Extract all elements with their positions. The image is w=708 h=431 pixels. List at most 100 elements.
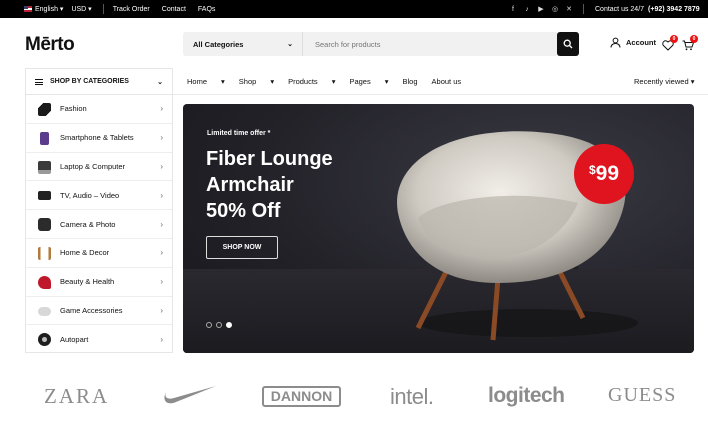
search-input[interactable] bbox=[307, 32, 551, 56]
recently-viewed-dropdown[interactable]: Recently viewed ▾ bbox=[634, 68, 694, 94]
chevron-right-icon: › bbox=[160, 277, 163, 287]
category-item-smartphones[interactable]: Smartphone & Tablets › bbox=[26, 124, 172, 153]
category-label: Home & Decor bbox=[60, 248, 110, 258]
hero-banner[interactable]: Limited time offer * Fiber Lounge Armcha… bbox=[183, 104, 694, 353]
divider bbox=[102, 4, 104, 14]
nav-item-home[interactable]: Home ▾ bbox=[187, 77, 225, 86]
search-icon bbox=[563, 39, 573, 49]
category-label: TV, Audio – Video bbox=[60, 190, 120, 200]
category-item-autopart[interactable]: Autopart › bbox=[26, 325, 172, 354]
search-category-select[interactable]: All Categories ⌄ bbox=[183, 32, 303, 56]
shop-now-button[interactable]: SHOP NOW bbox=[206, 236, 278, 259]
chevron-right-icon: › bbox=[160, 305, 163, 315]
chevron-down-icon: ⌄ bbox=[287, 41, 293, 48]
price-symbol: $ bbox=[588, 163, 596, 177]
category-label: Beauty & Health bbox=[60, 277, 115, 287]
nav-label: Shop bbox=[238, 76, 257, 86]
hero-tag: Limited time offer * bbox=[207, 130, 271, 137]
main-nav: Home ▾ Shop ▾ Products ▾ Pages ▾ Blog About … bbox=[187, 68, 475, 94]
nav-item-pages[interactable]: Pages ▾ bbox=[349, 77, 388, 86]
chevron-right-icon: › bbox=[160, 335, 163, 345]
x-icon[interactable]: ✕ bbox=[562, 5, 576, 13]
category-item-beauty[interactable]: Beauty & Health › bbox=[26, 268, 172, 297]
cart-button[interactable]: 0 bbox=[682, 35, 698, 52]
site-logo[interactable]: Mērto bbox=[25, 34, 75, 56]
nav-label: Home bbox=[187, 76, 208, 86]
tshirt-icon bbox=[38, 103, 51, 116]
search-category-label: All Categories bbox=[193, 39, 244, 49]
slide-dot-active[interactable] bbox=[226, 322, 232, 328]
wishlist-count-badge: 0 bbox=[670, 35, 678, 43]
hero-title-line: Fiber Lounge bbox=[206, 148, 333, 170]
track-order-link[interactable]: Track Order bbox=[113, 6, 150, 13]
hero-title: Fiber Lounge Armchair 50% Off bbox=[206, 146, 333, 224]
brand-zara[interactable]: ZARA bbox=[44, 384, 109, 409]
account-link[interactable]: Account bbox=[610, 37, 656, 48]
laptop-icon bbox=[38, 160, 51, 174]
gamepad-icon bbox=[38, 306, 51, 316]
slide-dot[interactable] bbox=[216, 322, 222, 328]
hero-title-line: 50% Off bbox=[206, 200, 281, 222]
category-item-game-accessories[interactable]: Game Accessories › bbox=[26, 297, 172, 326]
category-item-fashion[interactable]: Fashion › bbox=[26, 95, 172, 124]
faqs-link[interactable]: FAQs bbox=[198, 6, 216, 13]
shop-by-categories-toggle[interactable]: SHOP BY CATEGORIES ⌄ bbox=[25, 68, 173, 94]
chair-icon bbox=[38, 246, 51, 260]
beauty-icon bbox=[38, 275, 51, 289]
search-button[interactable] bbox=[557, 32, 579, 56]
brand-logitech[interactable]: logitech bbox=[488, 384, 565, 408]
brand-guess[interactable]: GUESS bbox=[608, 384, 676, 407]
menu-icon bbox=[35, 78, 43, 85]
language-select[interactable]: English ▾ bbox=[35, 5, 63, 13]
nav-item-shop[interactable]: Shop ▾ bbox=[239, 77, 274, 86]
instagram-icon[interactable]: ◎ bbox=[548, 5, 562, 13]
chevron-right-icon: › bbox=[160, 161, 163, 171]
brand-intel[interactable]: intel. bbox=[390, 384, 434, 410]
tiktok-icon[interactable]: ♪ bbox=[520, 6, 534, 13]
search-bar: All Categories ⌄ bbox=[183, 32, 579, 56]
category-label: Fashion bbox=[60, 104, 87, 114]
brand-dannon[interactable]: DANNON bbox=[262, 386, 341, 407]
currency-label: USD bbox=[71, 6, 87, 13]
language-label: English bbox=[35, 6, 58, 13]
chevron-down-icon: ⌄ bbox=[157, 78, 163, 86]
user-icon bbox=[610, 37, 621, 48]
camera-icon bbox=[38, 218, 51, 232]
top-bar: English ▾ USD ▾ Track Order Contact FAQs… bbox=[0, 0, 708, 18]
brand-nike[interactable] bbox=[160, 384, 218, 411]
nike-swoosh-logo bbox=[164, 386, 216, 404]
wishlist-button[interactable]: 0 bbox=[662, 35, 678, 52]
chevron-right-icon: › bbox=[160, 104, 163, 114]
category-item-home-decor[interactable]: Home & Decor › bbox=[26, 239, 172, 268]
youtube-icon[interactable]: ▶ bbox=[534, 5, 548, 13]
chevron-right-icon: › bbox=[160, 219, 163, 229]
price-badge: $99 bbox=[574, 144, 634, 204]
category-label: Game Accessories bbox=[60, 305, 123, 315]
category-label: Camera & Photo bbox=[60, 219, 116, 229]
slide-dot[interactable] bbox=[206, 322, 212, 328]
facebook-icon[interactable]: f bbox=[506, 6, 520, 13]
contact-label: Contact us 24/7 bbox=[595, 5, 645, 13]
category-item-tv-audio[interactable]: TV, Audio – Video › bbox=[26, 181, 172, 211]
category-item-camera[interactable]: Camera & Photo › bbox=[26, 210, 172, 239]
chevron-right-icon: › bbox=[160, 190, 163, 200]
nav-item-products[interactable]: Products ▾ bbox=[288, 77, 335, 86]
hero-title-line: Armchair bbox=[206, 174, 294, 196]
slider-dots bbox=[206, 322, 236, 328]
category-label: Smartphone & Tablets bbox=[60, 133, 134, 143]
chevron-right-icon: › bbox=[160, 133, 163, 143]
tv-icon bbox=[38, 191, 51, 201]
currency-select[interactable]: USD ▾ bbox=[71, 5, 91, 13]
nav-item-about[interactable]: About us bbox=[432, 77, 462, 86]
category-item-laptops[interactable]: Laptop & Computer › bbox=[26, 153, 172, 182]
account-label: Account bbox=[626, 38, 656, 47]
cart-count-badge: 0 bbox=[690, 35, 698, 43]
category-list: Fashion › Smartphone & Tablets › Laptop & … bbox=[25, 94, 173, 353]
phone-number[interactable]: (+92) 3942 7879 bbox=[648, 6, 700, 13]
nav-item-blog[interactable]: Blog bbox=[403, 77, 418, 86]
contact-link[interactable]: Contact bbox=[162, 6, 186, 13]
category-label: Laptop & Computer bbox=[60, 161, 126, 171]
brand-strip: ZARA DANNON intel. logitech GUESS bbox=[0, 372, 708, 422]
tire-icon bbox=[38, 333, 51, 347]
us-flag-icon bbox=[24, 6, 32, 12]
